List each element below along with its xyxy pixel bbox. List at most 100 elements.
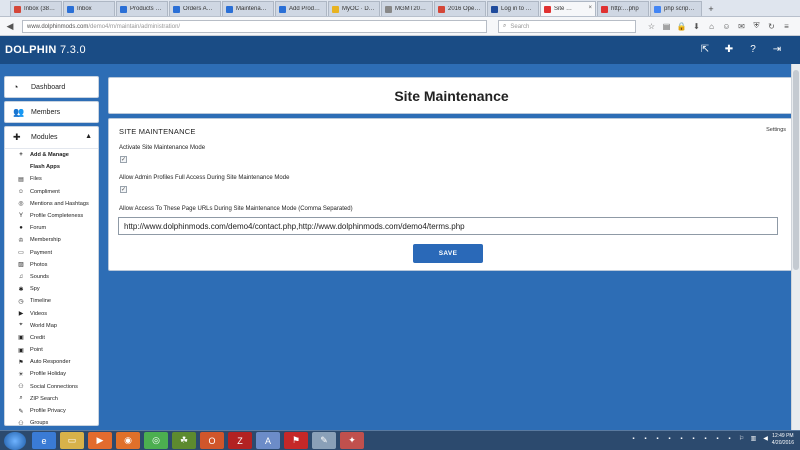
activate-maintenance-checkbox[interactable]: ✓ — [120, 156, 127, 163]
browser-tab[interactable]: Add Prod… — [275, 1, 327, 16]
sidebar-module-item[interactable]: ◎ Mentions and Hashtags — [5, 198, 98, 210]
sidebar-module-item[interactable]: ♫ Sounds — [5, 271, 98, 283]
font-viewer-icon[interactable]: A — [256, 432, 280, 449]
sidebar-item-dashboard[interactable]: ◔ Dashboard — [4, 76, 99, 98]
module-icon: ☺ — [17, 188, 25, 195]
chat-icon[interactable]: ✉ — [736, 20, 747, 32]
browser-tab[interactable]: Log in to … — [487, 1, 539, 16]
ie-icon[interactable]: e — [32, 432, 56, 449]
sidebar-module-item[interactable]: ♔ Membership — [5, 234, 98, 246]
sidebar-module-item[interactable]: ▶ Videos — [5, 307, 98, 319]
network-icon[interactable]: ▥ — [749, 434, 758, 443]
scrollbar-thumb[interactable] — [793, 70, 799, 270]
chrome-icon[interactable]: ◎ — [144, 432, 168, 449]
close-tab-icon[interactable]: × — [588, 5, 592, 11]
sidebar-module-item[interactable]: ⚇ Groups — [5, 417, 98, 425]
module-label: Forum — [30, 225, 47, 232]
paint-icon[interactable]: ✦ — [340, 432, 364, 449]
sync-icon[interactable]: ↻ — [766, 20, 777, 32]
tab-label: Site … — [554, 6, 573, 12]
sidebar-module-item[interactable]: ⚑ Auto Responder — [5, 356, 98, 368]
download-icon[interactable]: ⬇ — [691, 20, 702, 32]
tray-app-icon[interactable]: ▪ — [665, 434, 674, 443]
pdf-icon[interactable]: ⚑ — [284, 432, 308, 449]
sidebar-module-item[interactable]: ✎ Profile Privacy — [5, 405, 98, 417]
pocket-icon[interactable]: ☺ — [721, 20, 732, 32]
browser-tab[interactable]: 2016 Ope… — [434, 1, 486, 16]
browser-tab[interactable]: Inbox — [63, 1, 115, 16]
sidebar-module-item[interactable]: ⌖ World Map — [5, 320, 98, 332]
flag-icon[interactable]: ⚐ — [737, 434, 746, 443]
sidebar-module-item[interactable]: ☀ Profile Holiday — [5, 368, 98, 380]
sidebar-module-item[interactable]: Flash Apps — [5, 161, 98, 173]
sidebar-modules-panel: ✚ Modules ▲ + Add & Manage Flash Apps ▤ File… — [4, 126, 99, 426]
sidebar-module-item[interactable]: ◷ Timeline — [5, 295, 98, 307]
tray-app-icon[interactable]: ▪ — [653, 434, 662, 443]
sidebar-module-item[interactable]: ▤ Files — [5, 173, 98, 185]
browser-tab[interactable]: Inbox (38… — [10, 1, 62, 16]
editor-icon[interactable]: ✎ — [312, 432, 336, 449]
external-link-icon[interactable]: ⇱ — [698, 42, 712, 56]
sidebar-module-item[interactable]: ⚇ Social Connections — [5, 381, 98, 393]
sidebar-module-item[interactable]: Y Profile Completeness — [5, 210, 98, 222]
new-tab-icon[interactable]: + — [705, 3, 717, 15]
tray-app-icon[interactable]: ▪ — [677, 434, 686, 443]
tray-app-icon[interactable]: ▪ — [725, 434, 734, 443]
menu-icon[interactable]: ≡ — [781, 20, 792, 32]
browser-tab[interactable]: php scrip… — [650, 1, 702, 16]
tray-app-icon[interactable]: ▪ — [629, 434, 638, 443]
browser-tab[interactable]: Orders A… — [169, 1, 221, 16]
sidebar-module-item[interactable]: ▣ Point — [5, 344, 98, 356]
browser-tab[interactable]: Products … — [116, 1, 168, 16]
browser-tab[interactable]: Site … × — [540, 1, 596, 16]
settings-link[interactable]: Settings — [766, 127, 786, 133]
page-scrollbar[interactable] — [791, 64, 800, 430]
brand-logo[interactable]: DOLPHIN 7.3.0 — [5, 44, 86, 56]
allowed-urls-input[interactable]: http://www.dolphinmods.com/demo4/contact… — [118, 217, 778, 235]
sidebar-module-item[interactable]: ⌕ ZIP Search — [5, 393, 98, 405]
puzzle-icon[interactable]: ✚ — [722, 42, 736, 56]
logout-icon[interactable]: ⇥ — [770, 42, 784, 56]
star-icon[interactable]: ☆ — [646, 20, 657, 32]
module-label: Point — [30, 347, 43, 354]
folder-icon[interactable]: ▭ — [60, 432, 84, 449]
tray-app-icon[interactable]: ▪ — [641, 434, 650, 443]
back-icon[interactable]: ◀ — [4, 20, 16, 32]
sidebar-module-item[interactable]: ☺ Compliment — [5, 186, 98, 198]
home-icon[interactable]: ⌂ — [706, 20, 717, 32]
sidebar-module-item[interactable]: ▨ Photos — [5, 259, 98, 271]
shield-icon[interactable]: ⛨ — [751, 20, 762, 32]
help-icon[interactable]: ? — [746, 42, 760, 56]
save-button[interactable]: SAVE — [413, 244, 483, 263]
sidebar-item-members[interactable]: 👥 Members — [4, 101, 99, 123]
browser-tab[interactable]: Maintena… — [222, 1, 274, 16]
sidebar-module-item[interactable]: ● Forum — [5, 222, 98, 234]
sidebar-module-item[interactable]: ▣ Credit — [5, 332, 98, 344]
url-path: /demo4/m/maintain/administration/ — [88, 23, 181, 30]
chevron-up-icon[interactable]: ▲ — [85, 133, 92, 140]
url-bar[interactable]: www.dolphinmods.com/demo4/m/maintain/adm… — [22, 20, 487, 33]
start-button[interactable] — [4, 431, 26, 450]
browser-tab[interactable]: MGMT2065 U… — [381, 1, 433, 16]
admin-access-checkbox[interactable]: ✓ — [120, 186, 127, 193]
office-icon[interactable]: O — [200, 432, 224, 449]
filezilla-icon[interactable]: Z — [228, 432, 252, 449]
tray-app-icon[interactable]: ▪ — [713, 434, 722, 443]
volume-icon[interactable]: ◀ — [761, 434, 770, 443]
browser-search-input[interactable]: ⌕ Search — [498, 20, 636, 33]
firefox-icon[interactable]: ◉ — [116, 432, 140, 449]
media-player-icon[interactable]: ▶ — [88, 432, 112, 449]
browser-tab[interactable]: MyOC · D… — [328, 1, 380, 16]
sidebar-module-item[interactable]: ▭ Payment — [5, 247, 98, 259]
tray-app-icon[interactable]: ▪ — [701, 434, 710, 443]
sidebar-item-modules[interactable]: ✚ Modules ▲ — [5, 127, 98, 149]
frog-icon[interactable]: ☘ — [172, 432, 196, 449]
sidebar-module-item[interactable]: ✱ Spy — [5, 283, 98, 295]
browser-tab[interactable]: http:…php — [597, 1, 649, 16]
sidebar-module-item[interactable]: + Add & Manage — [5, 149, 98, 161]
lock-icon[interactable]: 🔒 — [676, 20, 687, 32]
tray-app-icon[interactable]: ▪ — [689, 434, 698, 443]
module-icon: ◷ — [18, 298, 24, 305]
reading-list-icon[interactable]: ▤ — [661, 20, 672, 32]
system-clock[interactable]: 12:49 PM 4/20/2016 — [772, 433, 794, 447]
